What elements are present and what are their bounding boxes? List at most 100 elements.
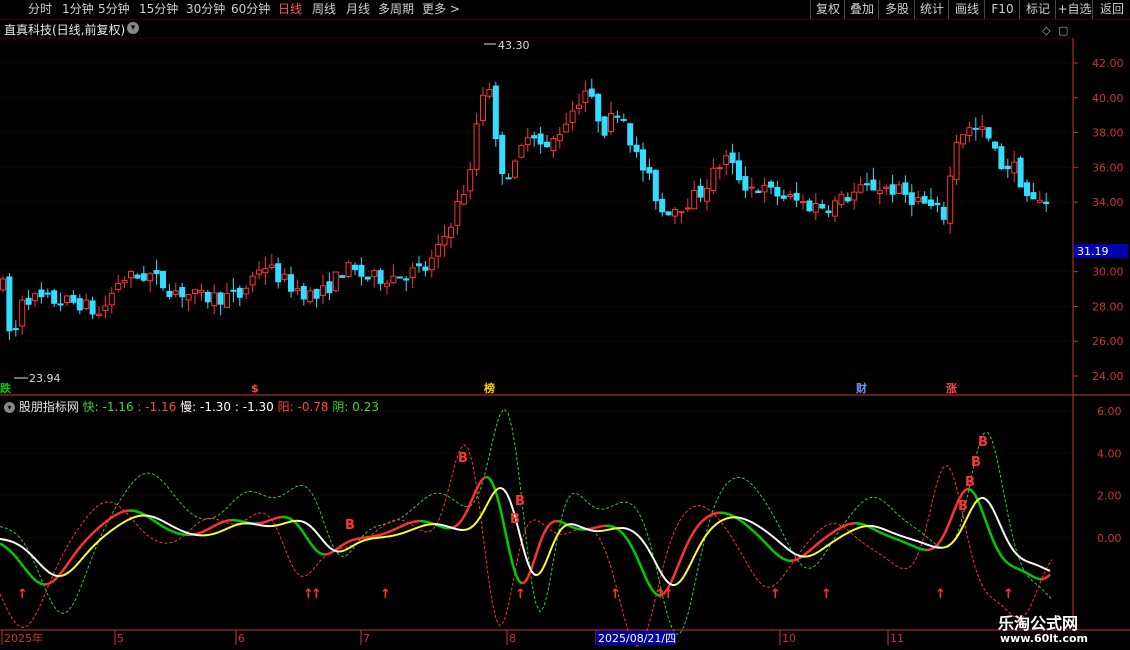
slow-line-segment — [1025, 560, 1030, 564]
fast-line-segment — [767, 544, 772, 550]
fast-line-segment — [782, 557, 787, 562]
slow-line-segment — [65, 571, 70, 575]
candle-body — [684, 207, 691, 210]
candle-body — [128, 270, 134, 279]
fast-line-segment — [893, 537, 898, 541]
candle-body — [268, 264, 275, 269]
fast-line-segment — [137, 510, 142, 515]
fast-line-segment — [320, 552, 325, 556]
fast-line-segment — [496, 499, 503, 512]
slow-line-segment — [965, 513, 970, 521]
candle-body — [595, 93, 602, 122]
fast-line-segment — [970, 489, 977, 496]
fast-line-segment — [263, 520, 268, 524]
fast-line-segment — [404, 522, 409, 526]
candle-body — [742, 176, 749, 191]
fast-line-segment — [620, 530, 625, 536]
candle-body — [524, 137, 531, 146]
fast-line-segment — [908, 543, 913, 547]
fast-line-segment — [902, 540, 907, 545]
fast-line-segment — [443, 526, 448, 530]
slow-line-segment — [83, 552, 88, 558]
fast-line-segment — [260, 521, 265, 525]
candle-body — [230, 289, 237, 292]
low-label: 23.94 — [29, 372, 61, 385]
fast-line-segment — [911, 544, 916, 548]
price-tick-label: 36.00 — [1092, 161, 1124, 174]
slow-line-segment — [713, 522, 718, 527]
slow-line-segment — [782, 544, 787, 549]
buy-arrow: ↑ — [515, 587, 526, 602]
fast-line-segment — [374, 534, 379, 538]
slow-line-segment — [392, 533, 397, 537]
candle-body — [665, 211, 672, 216]
fast-line-segment — [347, 539, 352, 544]
slow-line-segment — [389, 534, 394, 538]
fast-line-segment — [380, 532, 385, 536]
fast-line-segment — [743, 522, 748, 527]
slow-line-segment — [53, 574, 58, 577]
slow-line-segment — [167, 522, 172, 527]
price-tick-label: 34.00 — [1092, 196, 1124, 209]
fast-line-segment — [98, 523, 103, 529]
fast-line-segment — [440, 525, 445, 529]
slow-line-segment — [653, 559, 658, 566]
candle-body — [1011, 161, 1018, 174]
slow-line-segment — [107, 530, 112, 534]
slow-line-segment — [104, 532, 109, 537]
slow-line-segment — [608, 528, 613, 531]
candle-body — [601, 116, 608, 136]
slow-line-segment — [188, 532, 193, 536]
slow-line-segment — [851, 528, 856, 532]
fast-line-segment — [122, 509, 127, 513]
candle-body — [448, 226, 454, 239]
fast-line-segment — [70, 552, 77, 559]
fast-line-segment — [548, 521, 553, 526]
fast-line-segment — [338, 544, 343, 549]
candle-body — [486, 88, 493, 97]
fast-line-segment — [958, 491, 965, 499]
slow-line-segment — [623, 527, 628, 530]
fast-line-segment — [410, 520, 415, 524]
candle-body — [185, 294, 192, 301]
fast-line-segment — [985, 523, 992, 533]
slow-line-segment — [401, 531, 406, 535]
fast-line-segment — [899, 539, 904, 543]
buy-b-marker: B — [971, 455, 981, 470]
candle-body — [140, 273, 147, 281]
slow-line-segment — [8, 539, 13, 543]
candle-body — [838, 193, 845, 205]
date-tick-label: 7 — [363, 632, 370, 645]
slow-line-segment — [815, 550, 820, 555]
slow-line-segment — [968, 507, 973, 515]
fast-line-segment — [728, 513, 733, 517]
candle-body — [908, 192, 915, 205]
candle-body — [352, 264, 358, 271]
current-price-label: 31.19 — [1077, 245, 1109, 258]
buy-arrow: ↑ — [770, 587, 781, 602]
fast-line-segment — [1022, 569, 1027, 574]
slow-line-segment — [62, 573, 67, 577]
slow-line-segment — [86, 549, 91, 554]
collapse-icon[interactable]: ▾ — [4, 402, 15, 413]
slow-line-segment — [524, 553, 529, 564]
candle-body — [915, 197, 922, 202]
fast-line-segment — [691, 527, 698, 534]
fast-line-segment — [818, 539, 823, 544]
slow-line-segment — [947, 543, 952, 547]
candle-body — [345, 262, 352, 277]
slow-line-segment — [563, 523, 568, 528]
fast-line-segment — [670, 572, 677, 581]
fast-line-segment — [761, 538, 766, 544]
slow-line-segment — [407, 529, 412, 533]
fast-line-segment — [392, 527, 397, 532]
slow-line-segment — [302, 520, 307, 524]
slow-line-segment — [758, 525, 763, 530]
fast-line-segment — [991, 539, 998, 548]
fast-line-segment — [673, 565, 680, 574]
slow-line-segment — [530, 569, 535, 575]
chart-canvas[interactable]: 42.00 40.00 38.00 36.00 34.00 30.00 28.00 26.00… — [0, 0, 1130, 650]
slow-line-segment — [476, 516, 481, 523]
slow-line-segment — [347, 546, 352, 550]
fast-line-segment — [1001, 556, 1006, 562]
